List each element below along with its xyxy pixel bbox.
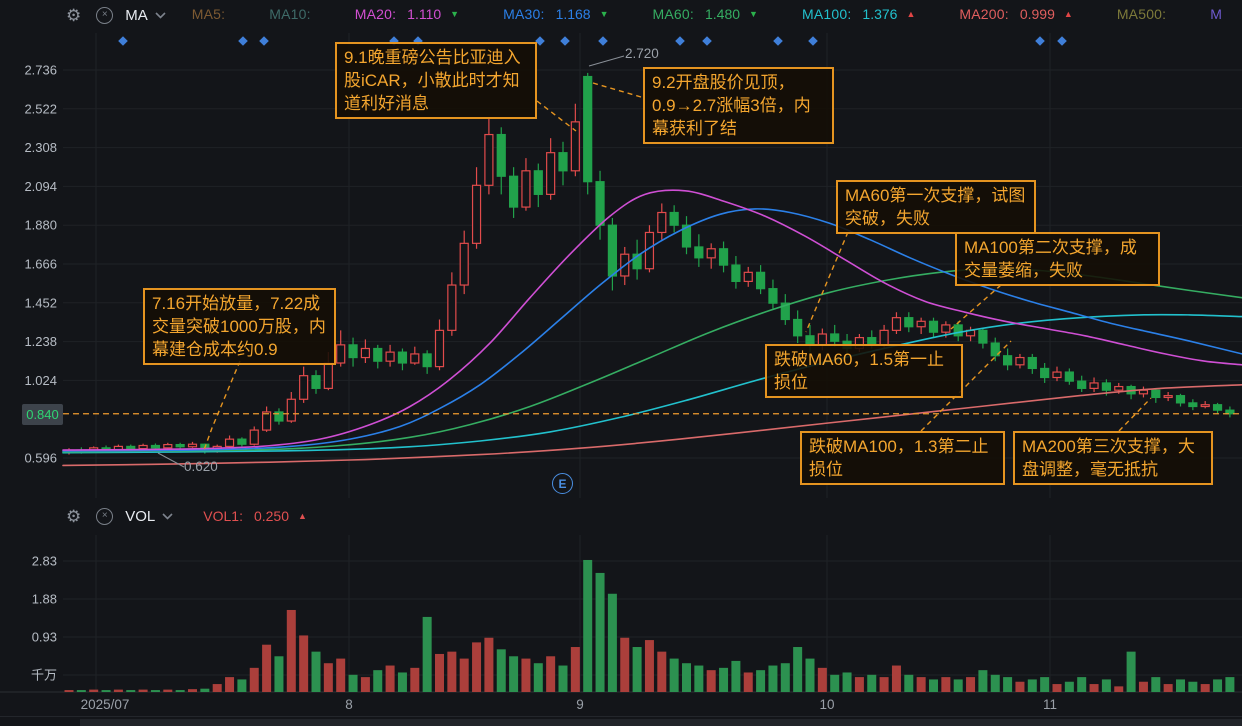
svg-text:2025/07: 2025/07 [81, 697, 130, 712]
arrow-up-icon: ▲ [906, 9, 916, 19]
arrow-down-icon: ▼ [749, 9, 758, 19]
peak-price-label: 2.720 [625, 46, 659, 61]
svg-text:0.596: 0.596 [24, 451, 57, 466]
arrow-down-icon: ▼ [450, 9, 460, 19]
chevron-down-icon [155, 11, 166, 19]
stock-chart-app: 2.736 2.522 2.308 2.094 1.880 1.666 1.452 1.238… [0, 0, 1242, 726]
event-diamond-icon [598, 36, 608, 46]
annotation-callout: MA60第一次支撑，试图突破，失败 [836, 180, 1036, 234]
ma-legend-value: 0.999 [1019, 6, 1055, 22]
vol1-arrow-up-icon: ▲ [298, 511, 307, 521]
volume-bars-layer [64, 559, 1235, 692]
ma-legend-item[interactable]: MA200: 0.999 ▲ [959, 6, 1072, 22]
annotation-callout: 跌破MA100，1.3第二止损位 [800, 431, 1005, 485]
svg-text:2.308: 2.308 [24, 140, 57, 155]
ma-legend-item[interactable]: MA10: [269, 6, 310, 22]
ma-legend-label: MA5: [191, 6, 226, 22]
arrow-up-icon: ▲ [1063, 9, 1073, 19]
annotation-callout: MA200第三次支撑，大盘调整，毫无抵抗 [1013, 431, 1213, 485]
ma-legend-label: MA500: [1116, 6, 1167, 22]
ma-legend-label: MA60: [652, 6, 694, 22]
vol-indicator-toolbar: ⚙ × VOL VOL1: 0.250 ▲ [0, 502, 307, 530]
svg-text:9: 9 [576, 697, 584, 712]
svg-text:1.880: 1.880 [24, 218, 57, 233]
close-indicator-icon[interactable]: × [96, 507, 114, 525]
svg-text:1.666: 1.666 [24, 257, 57, 272]
event-diamond-icon [238, 36, 248, 46]
ma-legend-value: 1.168 [555, 6, 591, 22]
event-diamond-icon [675, 36, 685, 46]
svg-text:1.452: 1.452 [24, 295, 57, 310]
current-price-tag: 0.840 [22, 404, 63, 425]
event-diamond-icon [118, 36, 128, 46]
event-diamond-icon [808, 36, 818, 46]
ma-legend: MA5: MA10: MA20: 1.110 ▼ MA30: 1.168 ▼ MA60: 1.48… [170, 6, 1222, 24]
ma-legend-item[interactable]: M [1210, 6, 1222, 22]
ma-legend-label: MA20: [354, 6, 397, 22]
annotation-callout: 7.16开始放量，7.22成交量突破1000万股，内幕建仓成本约0.9 [143, 288, 336, 365]
ma-legend-label: MA30: [503, 6, 545, 22]
chevron-down-icon [162, 512, 173, 520]
ma-legend-value: 1.110 [407, 6, 442, 22]
ma-legend-item[interactable]: MA20: 1.110 ▼ [355, 6, 459, 22]
ma-legend-item[interactable]: MA100: 1.376 ▲ [802, 6, 915, 22]
ma-legend-label: MA100: [801, 6, 852, 22]
event-diamond-icon [1035, 36, 1045, 46]
svg-text:10: 10 [819, 697, 834, 712]
ma-legend-label: MA10: [269, 6, 311, 22]
svg-text:8: 8 [345, 697, 353, 712]
event-diamond-icon [773, 36, 783, 46]
vol-selector[interactable]: VOL [125, 508, 177, 525]
ma-indicator-toolbar: ⚙ × MA MA5: MA10: MA20: 1.110 ▼ MA30: 1.168 ▼ MA… [0, 0, 1242, 30]
svg-text:2.094: 2.094 [24, 179, 57, 194]
ma-legend-item[interactable]: MA30: 1.168 ▼ [503, 6, 608, 22]
event-diamond-icon [560, 36, 570, 46]
event-diamond-icon [702, 36, 712, 46]
ma-legend-label: MA200: [959, 6, 1009, 22]
ma-selector-label: MA [125, 6, 148, 24]
ma-legend-label: M [1210, 6, 1223, 22]
ma-selector[interactable]: MA [125, 7, 170, 24]
ma-legend-item[interactable]: MA5: [192, 6, 225, 22]
event-diamonds-layer [118, 36, 1067, 46]
gear-icon[interactable]: ⚙ [66, 508, 81, 525]
gear-icon[interactable]: ⚙ [66, 7, 81, 24]
ma-legend-item[interactable]: MA60: 1.480 ▼ [653, 6, 758, 22]
svg-text:1.024: 1.024 [24, 373, 57, 388]
event-diamond-icon [1057, 36, 1067, 46]
ma-legend-value: 1.480 [705, 6, 741, 22]
vol1-label: VOL1: [203, 508, 243, 524]
annotation-callout: MA100第二次支撑，成交量萎缩，失败 [955, 232, 1160, 286]
vol-selector-label: VOL [125, 507, 156, 525]
arrow-down-icon: ▼ [599, 9, 609, 19]
annotation-callout: 9.2开盘股价见顶，0.9→2.7涨幅3倍，内幕获利了结 [643, 67, 834, 144]
ma-legend-item[interactable]: MA500: [1117, 6, 1166, 22]
earnings-event-badge[interactable]: E [552, 473, 573, 494]
chart-scrollbar-thumb[interactable] [80, 719, 1242, 726]
vol1-legend-item[interactable]: VOL1: 0.250 ▲ [203, 508, 307, 524]
close-indicator-icon[interactable]: × [96, 6, 114, 24]
svg-text:千万: 千万 [31, 668, 57, 683]
annotation-callout: 9.1晚重磅公告比亚迪入股iCAR，小散此时才知道利好消息 [335, 42, 537, 119]
ma-legend-value: 1.376 [862, 6, 898, 22]
svg-text:2.736: 2.736 [24, 63, 57, 78]
chart-scrollbar[interactable] [0, 716, 1242, 726]
svg-text:0.93: 0.93 [32, 630, 57, 645]
svg-text:11: 11 [1043, 697, 1057, 712]
vol1-value: 0.250 [253, 508, 290, 524]
annotation-callout: 跌破MA60，1.5第一止损位 [765, 344, 963, 398]
svg-text:2.83: 2.83 [32, 554, 57, 569]
svg-text:1.88: 1.88 [32, 592, 57, 607]
svg-text:2.522: 2.522 [24, 101, 57, 116]
svg-text:1.238: 1.238 [24, 334, 57, 349]
low-price-label: 0.620 [184, 459, 218, 474]
event-diamond-icon [259, 36, 269, 46]
